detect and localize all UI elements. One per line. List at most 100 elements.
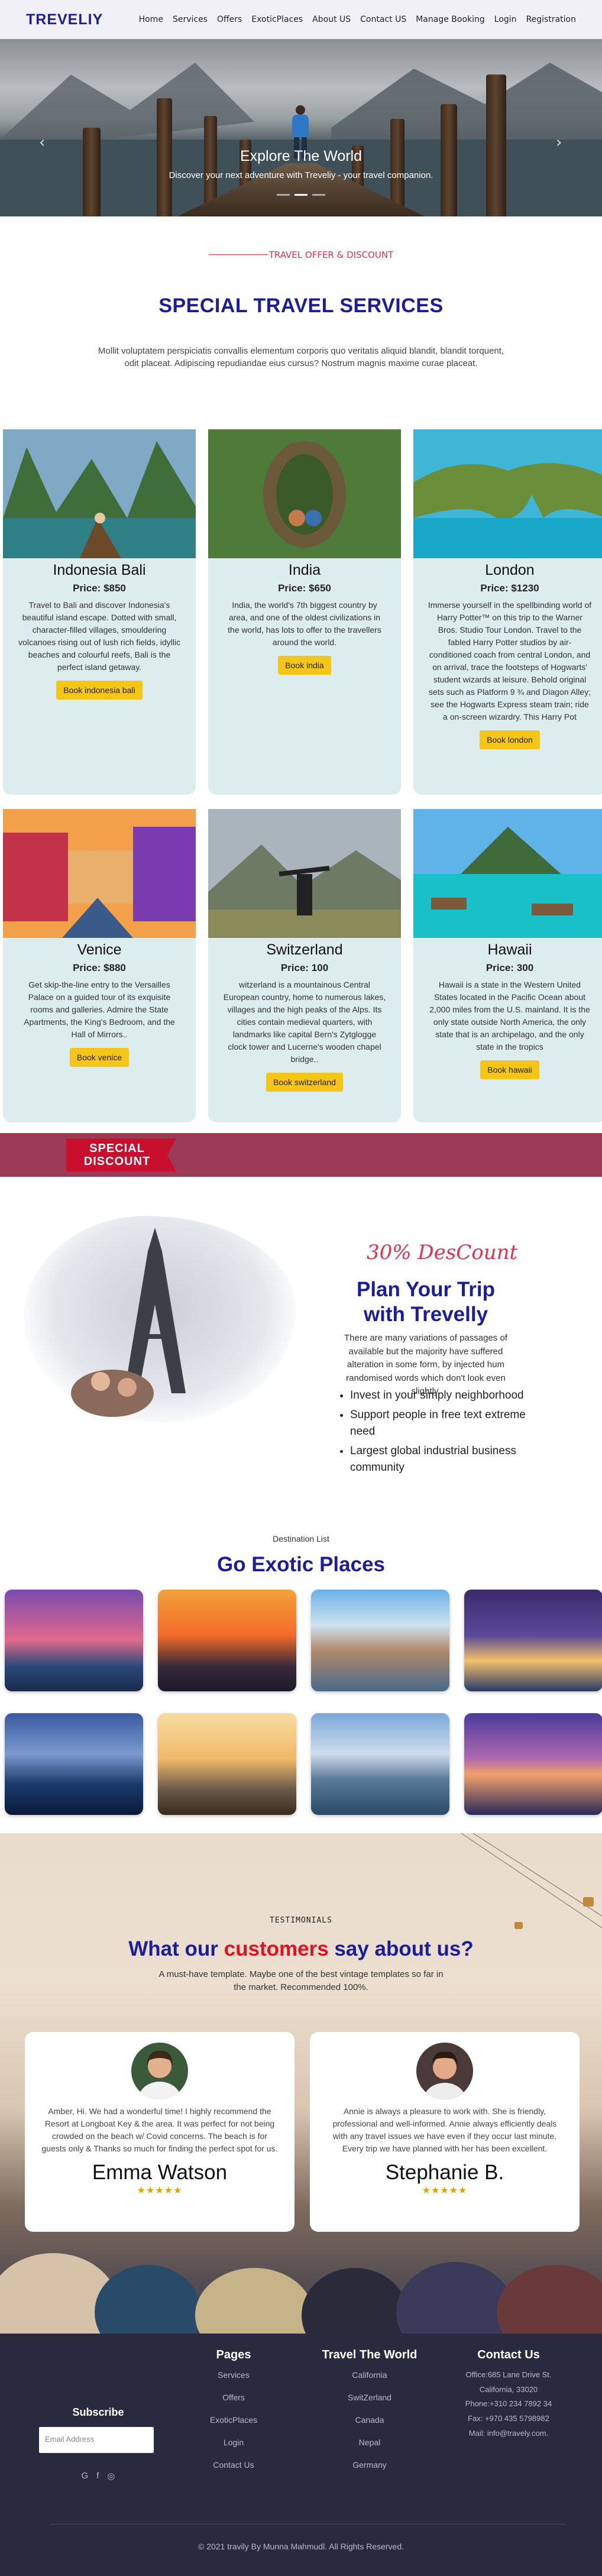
contact-phone: Phone:+310 234 7892 34 (465, 2399, 552, 2409)
contact-address: Office:685 Lane Drive St. (465, 2370, 552, 2379)
footer-travel-title: Travel The World (322, 2348, 417, 2361)
book-bali-button[interactable]: Book indonesia bali (56, 681, 143, 700)
destination-tile-city-harbour[interactable] (311, 1713, 449, 1815)
subscribe-title: Subscribe (72, 2406, 124, 2418)
brand-logo[interactable]: TREVELIY (26, 11, 103, 28)
card-price: Price: $850 (73, 582, 126, 594)
card-price: Price: 100 (280, 962, 329, 973)
carousel-dot[interactable] (277, 194, 290, 196)
offer-card-switzerland: Switzerland Price: 100 witzerland is a m… (208, 809, 401, 1122)
destinations-kicker: Destination List (273, 1534, 329, 1543)
footer-link-services[interactable]: Services (192, 2370, 275, 2380)
destination-tile-london[interactable] (158, 1713, 296, 1815)
destination-tile-venice[interactable] (311, 1590, 449, 1691)
card-title: Venice (77, 941, 122, 958)
offer-cards-row-2: Venice Price: $880 Get skip-the-line ent… (0, 809, 602, 1122)
testimonial-text: Annie is always a pleasure to work with.… (332, 2106, 557, 2153)
testimonials-lead: A must-have template. Maybe one of the b… (158, 1969, 444, 1992)
footer-link-login[interactable]: Login (192, 2438, 275, 2447)
services-header: TRAVEL OFFER & DISCOUNT SPECIAL TRAVEL S… (0, 216, 602, 429)
carousel-indicators (0, 194, 602, 196)
footer-link-nepal[interactable]: Nepal (310, 2438, 429, 2447)
card-description: India, the world's 7th biggest country b… (228, 600, 381, 647)
book-switzerland-button[interactable]: Book switzerland (266, 1073, 343, 1092)
facebook-icon[interactable]: f (96, 2471, 99, 2481)
destination-gallery (0, 1577, 602, 1815)
testimonial-author: Stephanie B. (385, 2161, 504, 2184)
carousel-dot[interactable] (312, 194, 325, 196)
nav-services[interactable]: Services (173, 15, 208, 24)
london-image (413, 429, 602, 558)
destination-tile-rio[interactable] (464, 1590, 602, 1691)
main-menu: Home Services Offers ExoticPlaces About … (139, 15, 576, 24)
hero-subtitle: Discover your next adventure with Trevel… (169, 170, 433, 180)
subscribe-block: Subscribe Email Address G f ◎ (39, 2406, 157, 2481)
footer-link-canada[interactable]: Canada (310, 2415, 429, 2425)
offer-card-india: India Price: $650 India, the world's 7th… (208, 429, 401, 795)
book-london-button[interactable]: Book london (480, 730, 540, 749)
nav-login[interactable]: Login (494, 15, 517, 24)
footer-link-contact[interactable]: Contact Us (192, 2460, 275, 2470)
card-price: Price: $650 (278, 582, 331, 594)
nav-home[interactable]: Home (139, 15, 163, 24)
nav-registration[interactable]: Registration (526, 15, 576, 24)
google-icon[interactable]: G (82, 2471, 89, 2481)
book-venice-button[interactable]: Book venice (69, 1048, 130, 1067)
hero-title: Explore The World (239, 148, 363, 164)
copyright-text: © 2021 travily By Munna Mahmudl. All Rig… (198, 2542, 404, 2551)
footer-pages: Pages Services Offers ExoticPlaces Login… (192, 2348, 275, 2470)
plan-bullet-list: Invest in your simply neighborhood Suppo… (336, 1387, 537, 1479)
card-title: Hawaii (487, 941, 532, 958)
footer-link-switzerland[interactable]: SwitZerland (310, 2393, 429, 2402)
card-description: witzerland is a mountainous Central Euro… (223, 980, 386, 1064)
footer-link-california[interactable]: California (310, 2370, 429, 2380)
footer-link-germany[interactable]: Germany (310, 2460, 429, 2470)
nav-exotic-places[interactable]: ExoticPlaces (251, 15, 303, 24)
avatar (131, 2043, 188, 2099)
email-field[interactable]: Email Address (39, 2427, 154, 2453)
testimonial-author: Emma Watson (92, 2161, 228, 2184)
footer-contact: Contact Us Office:685 Lane Drive St. Cal… (455, 2348, 562, 2441)
hero-carousel: ‹ › Explore The World Discover your next… (0, 39, 602, 216)
special-discount-banner: SPECIAL DISCOUNT (0, 1133, 602, 1177)
nav-manage-booking[interactable]: Manage Booking (416, 15, 485, 24)
switzerland-image (208, 809, 401, 938)
destinations-section: Destination List Go Exotic Places (0, 1532, 602, 1833)
special-discount-ribbon: SPECIAL DISCOUNT (66, 1138, 176, 1172)
card-price: Price: $880 (73, 962, 126, 973)
plan-title: Plan Your Trip with Trevelly (356, 1278, 496, 1326)
contact-city: California, 33020 (479, 2384, 538, 2394)
card-description: Travel to Bali and discover Indonesia's … (18, 600, 180, 672)
contact-mail[interactable]: Mail: info@travely.com. (455, 2426, 562, 2441)
carousel-dot[interactable] (294, 194, 308, 196)
nav-contact[interactable]: Contact US (360, 15, 406, 24)
offer-card-venice: Venice Price: $880 Get skip-the-line ent… (3, 809, 196, 1122)
instagram-icon[interactable]: ◎ (107, 2471, 115, 2481)
footer-travel-world: Travel The World California SwitZerland … (310, 2348, 429, 2470)
plan-trip-section: 30% DesCount Plan Your Trip with Trevell… (0, 1177, 602, 1532)
footer-contact-title: Contact Us (477, 2348, 540, 2361)
card-title: London (485, 562, 535, 578)
eiffel-tower-image (24, 1216, 296, 1423)
book-india-button[interactable]: Book india (278, 656, 331, 675)
offer-cards-row-1: Indonesia Bali Price: $850 Travel to Bal… (0, 429, 602, 795)
testimonial-text: Amber, Hi. We had a wonderful time! I hi… (41, 2106, 278, 2153)
destination-tile-sydney[interactable] (5, 1590, 143, 1691)
destination-tile-istanbul[interactable] (158, 1590, 296, 1691)
destination-tile-pier-sunset[interactable] (464, 1713, 602, 1815)
footer-link-exotic-places[interactable]: ExoticPlaces (192, 2415, 275, 2425)
destinations-title: Go Exotic Places (216, 1553, 386, 1576)
footer-pages-title: Pages (216, 2348, 251, 2361)
footer-link-offers[interactable]: Offers (192, 2393, 275, 2402)
nav-offers[interactable]: Offers (217, 15, 242, 24)
contact-fax: Fax: +970 435 5798982 (468, 2414, 549, 2423)
list-item: Largest global industrial business commu… (350, 1443, 537, 1477)
book-hawaii-button[interactable]: Book hawaii (480, 1060, 539, 1079)
destination-tile-dubai[interactable] (5, 1713, 143, 1815)
venice-image (3, 809, 196, 938)
card-title: Switzerland (266, 941, 343, 958)
offer-card-hawaii: Hawaii Price: 300 Hawaii is a state in t… (413, 809, 602, 1122)
nav-about[interactable]: About US (312, 15, 351, 24)
star-rating-icon: ★★★★★ (137, 2186, 183, 2196)
card-price: Price: $1230 (480, 582, 539, 594)
